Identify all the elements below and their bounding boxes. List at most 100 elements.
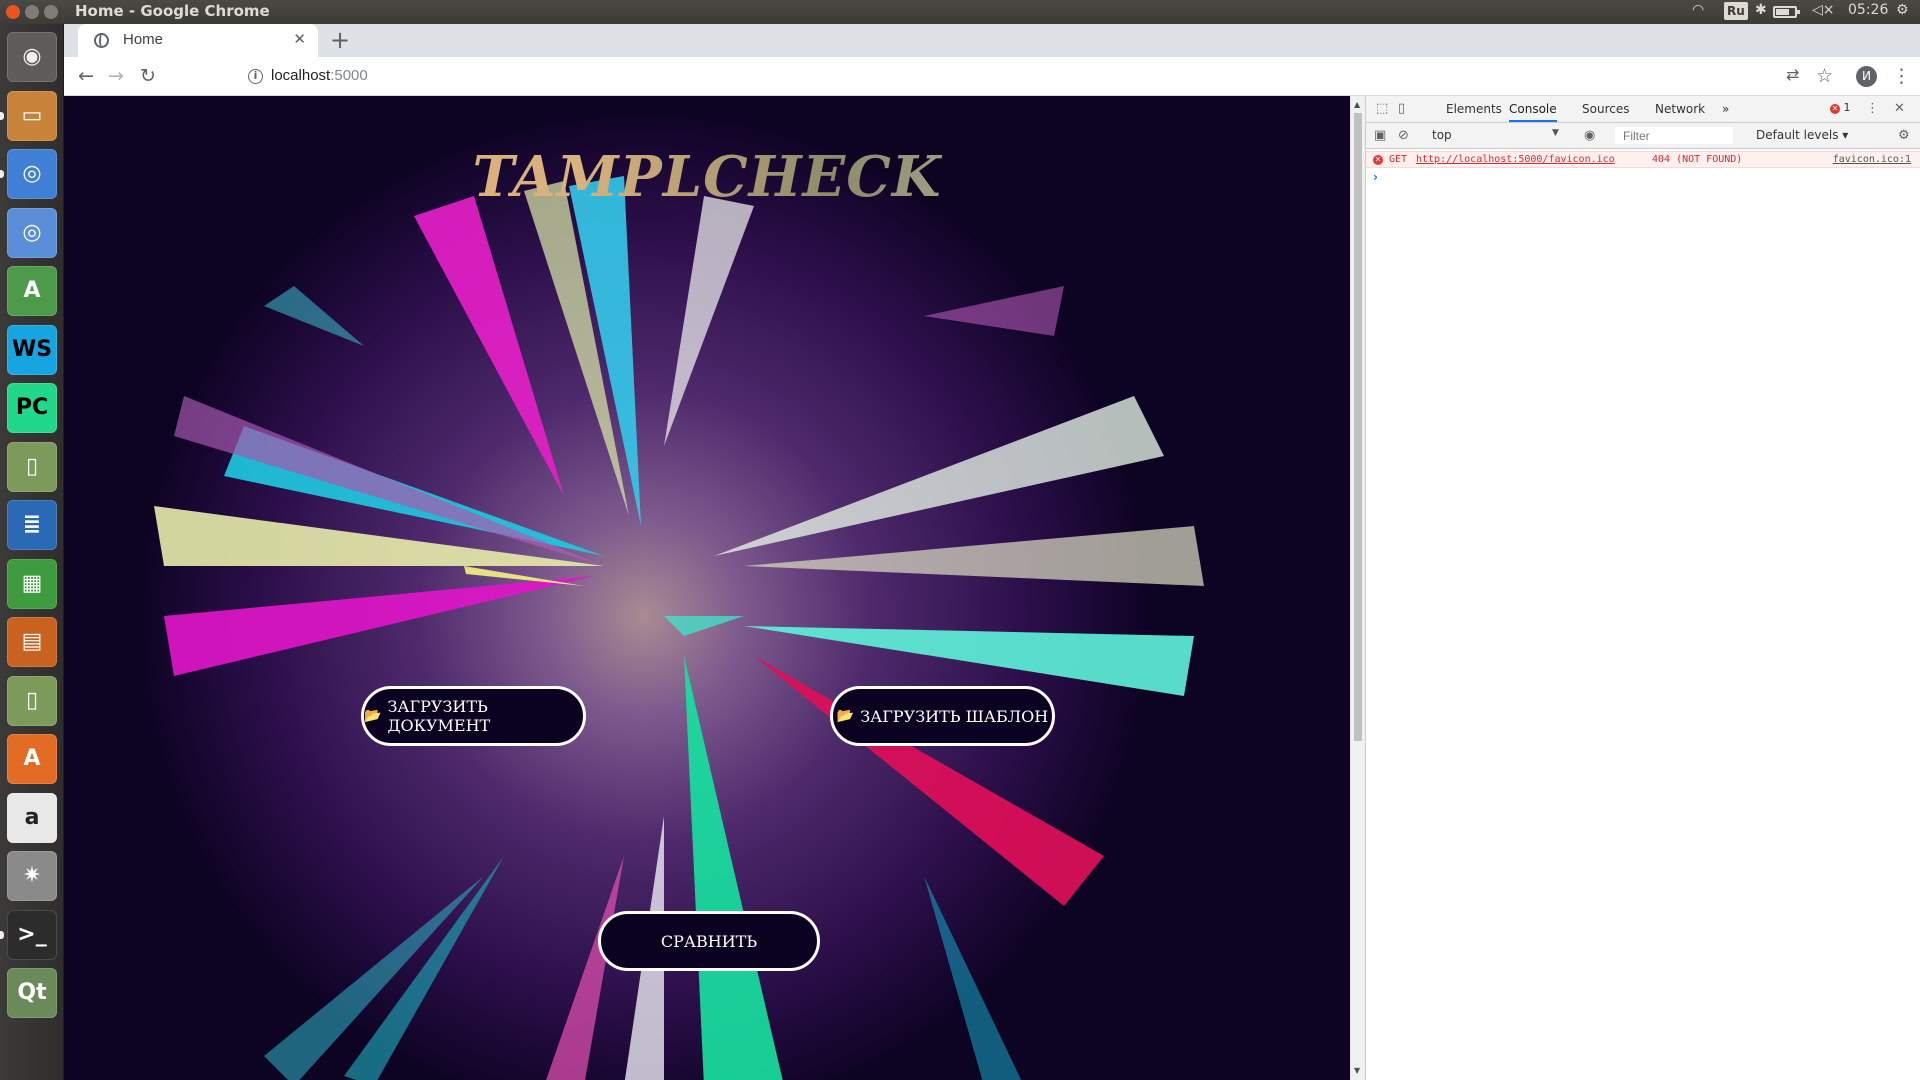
- dash-icon-glyph: ◉: [22, 44, 42, 69]
- scroll-down-arrow-icon[interactable]: ▼: [1354, 1066, 1360, 1075]
- impress-icon[interactable]: ▤: [7, 617, 57, 667]
- files-icon[interactable]: ▭: [7, 90, 57, 141]
- sidebar-toggle-icon[interactable]: ▣: [1374, 128, 1386, 143]
- chromium-icon[interactable]: ◎: [7, 207, 57, 258]
- compare-button[interactable]: СРАВНИТЬ: [598, 911, 820, 971]
- wifi-icon[interactable]: ◠: [1692, 2, 1704, 18]
- source-link[interactable]: favicon.ico:1: [1833, 154, 1911, 165]
- error-count: 1: [1843, 101, 1851, 114]
- console-settings-gear-icon[interactable]: ⚙: [1898, 128, 1910, 143]
- tab-title: Home: [123, 31, 164, 48]
- log-levels-dropdown[interactable]: Default levels ▾: [1756, 128, 1848, 142]
- writer-icon-glyph: ≣: [22, 512, 42, 537]
- console-prompt[interactable]: ›: [1373, 170, 1378, 184]
- inspect-element-icon[interactable]: ⬚: [1376, 101, 1388, 116]
- android-studio-icon-glyph: A: [23, 278, 41, 303]
- profile-avatar[interactable]: И: [1856, 66, 1877, 87]
- address-bar[interactable]: [174, 61, 1814, 91]
- page-viewport: TAMPLCHECK 📂 ЗАГРУЗИТЬ ДОКУМЕНТ 📂 ЗАГРУЗ…: [64, 96, 1350, 1080]
- chrome-menu-icon[interactable]: ⋮: [1892, 65, 1911, 87]
- tab-close-icon[interactable]: ✕: [293, 30, 306, 48]
- webstorm-icon[interactable]: WS: [7, 324, 57, 375]
- upload-document-button[interactable]: 📂 ЗАГРУЗИТЬ ДОКУМЕНТ: [361, 686, 586, 746]
- tab-console[interactable]: Console: [1509, 102, 1557, 122]
- running-indicator: [0, 111, 4, 120]
- tab-elements[interactable]: Elements: [1446, 102, 1502, 116]
- webstorm-icon-glyph: WS: [11, 336, 53, 362]
- reload-icon[interactable]: ↻: [140, 65, 156, 87]
- chevron-down-icon[interactable]: ▼: [1552, 128, 1559, 138]
- back-arrow-icon[interactable]: ←: [78, 65, 94, 87]
- error-icon: ✕: [1373, 155, 1383, 165]
- site-info-icon[interactable]: i: [248, 69, 263, 84]
- app-icon[interactable]: ▯: [7, 441, 57, 492]
- launcher: ◉ ▭ ◎ ◎ A WS PC ▯ ≣ ▦ ▤ ▯ Aa ✷ >_ Qt: [0, 24, 64, 1080]
- context-selector[interactable]: top: [1432, 128, 1562, 142]
- folder-open-icon: 📂: [836, 708, 855, 724]
- console-filter-input[interactable]: [1614, 126, 1734, 145]
- chromium-icon-glyph: ◎: [22, 219, 42, 245]
- android-studio-icon[interactable]: A: [7, 266, 57, 316]
- qt-icon-glyph: Qt: [17, 980, 47, 1005]
- battery-level: [1776, 9, 1789, 15]
- url-text[interactable]: localhost:5000: [271, 67, 368, 84]
- terminal-icon-glyph: >_: [17, 921, 47, 947]
- url-host: localhost: [271, 67, 331, 84]
- folder-open-icon: 📂: [364, 708, 382, 724]
- clock[interactable]: 05:26: [1848, 2, 1888, 18]
- calc-icon[interactable]: ▦: [7, 558, 57, 609]
- new-tab-button[interactable]: +: [330, 26, 350, 54]
- chrome-icon[interactable]: ◎: [7, 149, 57, 199]
- scrollbar-thumb[interactable]: [1354, 113, 1362, 741]
- console-toolbar: ▣ ⊘ top ▼ ◉ Default levels ▾ ⚙: [1366, 123, 1920, 149]
- battery-icon[interactable]: [1773, 6, 1800, 18]
- error-counter[interactable]: ✕ 1: [1830, 101, 1851, 114]
- settings-icon[interactable]: ✷: [7, 851, 57, 901]
- scroll-up-arrow-icon[interactable]: ▲: [1354, 100, 1360, 109]
- terminal-icon[interactable]: >_: [7, 909, 57, 960]
- window-minimize-button[interactable]: [25, 5, 39, 19]
- response-status: 404 (NOT FOUND): [1652, 154, 1743, 165]
- forward-arrow-icon[interactable]: →: [108, 65, 124, 87]
- devtools-menu-icon[interactable]: ⋮: [1866, 101, 1879, 116]
- page-scrollbar[interactable]: ▲ ▼: [1350, 96, 1365, 1080]
- upload-document-label: ЗАГРУЗИТЬ ДОКУМЕНТ: [387, 697, 491, 735]
- writer-icon[interactable]: ≣: [7, 500, 57, 550]
- pycharm-icon-glyph: PC: [15, 395, 49, 420]
- dash-icon[interactable]: ◉: [7, 32, 57, 82]
- tab-network[interactable]: Network: [1655, 102, 1705, 116]
- window-close-button[interactable]: [6, 5, 20, 19]
- qt-icon[interactable]: Qt: [7, 968, 57, 1018]
- settings-icon-glyph: ✷: [22, 863, 42, 888]
- devtools-tab-bar: ⬚ ▯ Elements Console Sources Network » ✕…: [1366, 96, 1920, 123]
- browser-toolbar: ← → ↻ i localhost:5000 ⇄ ☆ И ⋮: [64, 57, 1920, 96]
- tab-sources[interactable]: Sources: [1582, 102, 1629, 116]
- translate-icon[interactable]: ⇄: [1786, 65, 1799, 84]
- window-maximize-button[interactable]: [44, 5, 58, 19]
- browser-tab[interactable]: Home ✕: [78, 24, 318, 57]
- console-error-message: ✕ GET http://localhost:5000/favicon.ico …: [1366, 151, 1920, 168]
- chrome-icon-glyph: ◎: [22, 161, 42, 186]
- session-gear-icon[interactable]: ⚙: [1896, 2, 1909, 18]
- upload-template-button[interactable]: 📂 ЗАГРУЗИТЬ ШАБЛОН: [830, 686, 1055, 746]
- running-indicator: [0, 170, 4, 178]
- devtools-panel: ⬚ ▯ Elements Console Sources Network » ✕…: [1365, 96, 1920, 1080]
- volume-muted-icon[interactable]: ◁×: [1812, 2, 1835, 18]
- app-icon-2[interactable]: ▯: [7, 675, 57, 726]
- bookmark-star-icon[interactable]: ☆: [1816, 65, 1833, 87]
- compare-label: СРАВНИТЬ: [660, 931, 758, 951]
- app-icon-glyph: ▯: [25, 453, 39, 479]
- clear-console-icon[interactable]: ⊘: [1398, 128, 1409, 143]
- amazon-icon[interactable]: a: [7, 792, 57, 843]
- live-expression-eye-icon[interactable]: ◉: [1584, 128, 1595, 143]
- device-toolbar-icon[interactable]: ▯: [1398, 101, 1405, 116]
- more-tabs-icon[interactable]: »: [1722, 102, 1729, 116]
- keyboard-layout-indicator[interactable]: Ru: [1724, 2, 1748, 20]
- software-center-icon-glyph: A: [23, 746, 41, 771]
- tab-strip: Home ✕ +: [64, 24, 1920, 57]
- bluetooth-icon[interactable]: ✱: [1755, 2, 1767, 18]
- software-center-icon[interactable]: A: [7, 734, 57, 784]
- pycharm-icon[interactable]: PC: [7, 383, 57, 433]
- request-url-link[interactable]: http://localhost:5000/favicon.ico: [1416, 154, 1615, 165]
- devtools-close-icon[interactable]: ✕: [1894, 101, 1905, 116]
